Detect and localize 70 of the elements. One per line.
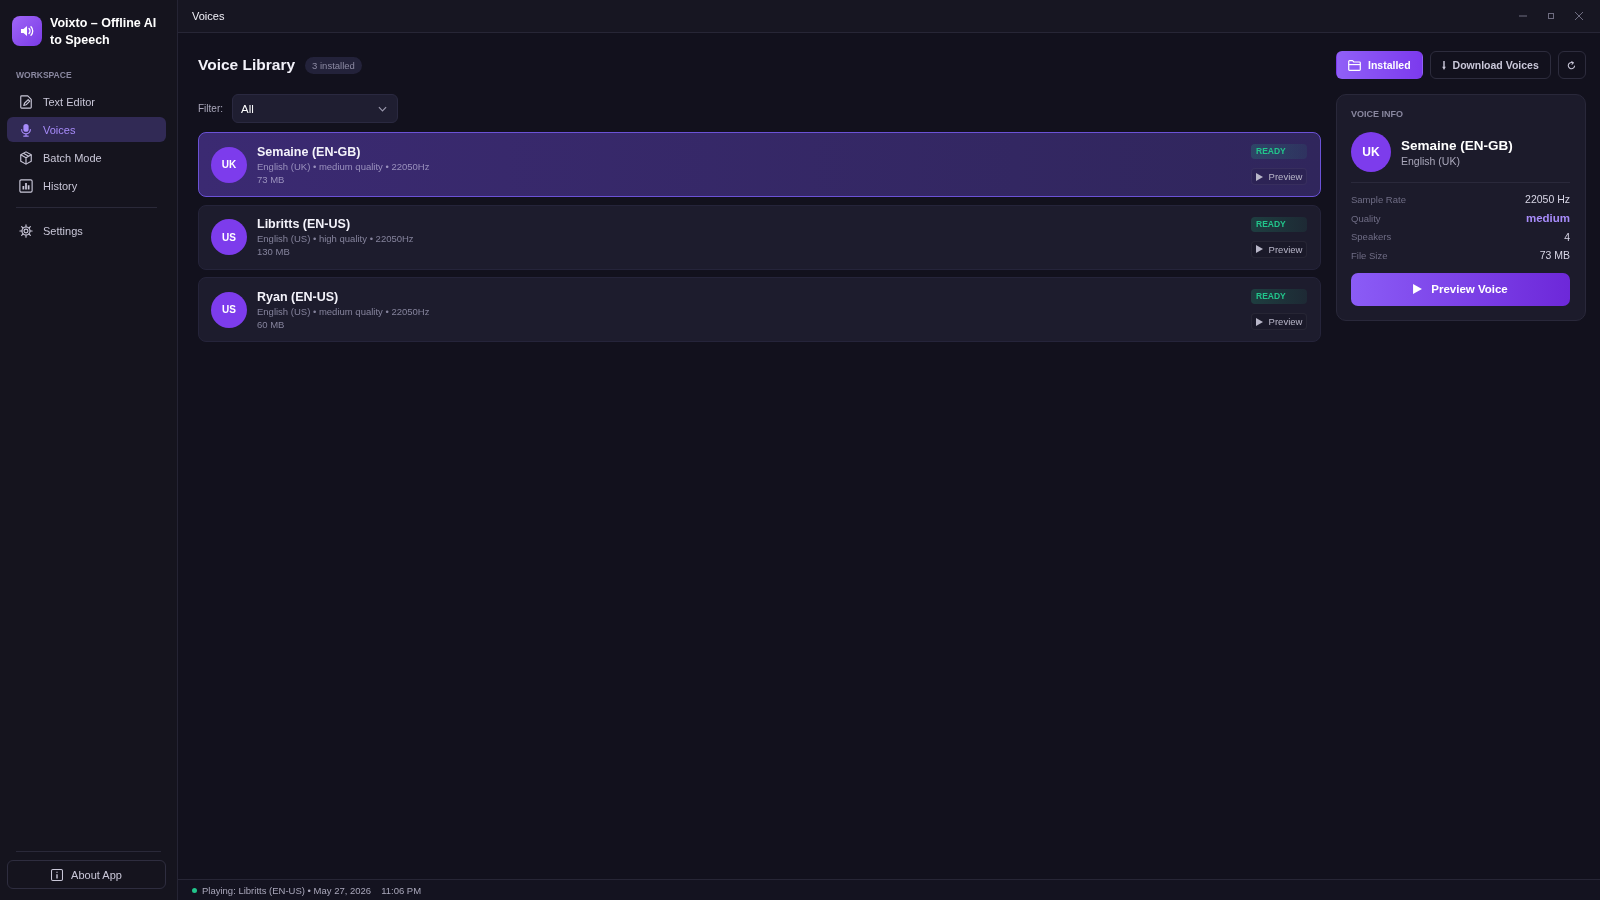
initials-avatar: US [211,219,247,255]
maximize-icon[interactable] [1546,11,1556,21]
about-button[interactable]: About App [7,860,166,889]
voice-language: English (UK) [1401,154,1460,167]
voice-details: English (UK) • medium quality • 22050Hz [257,159,430,173]
voice-size: 130 MB [257,245,290,258]
refresh-button[interactable] [1557,51,1586,79]
voice-row[interactable]: US Libritts (EN-US) English (US) • high quality • 22050Hz 130 MB READY Preview [198,204,1321,270]
voice-row[interactable]: UK Semaine (EN-GB) English (UK) • medium quality • 22050Hz 73 MB READY Preview [198,132,1321,197]
voice-name: Semaine (EN-GB) [1401,137,1513,153]
filter-label: Filter: [198,103,223,114]
folder-icon [1348,59,1361,71]
settings-icon [19,223,33,238]
preview-button[interactable]: Preview [1251,168,1307,185]
field-label: Speakers [1351,231,1392,243]
nav-item[interactable]: Batch Mode [7,145,166,170]
section-label: WORKSPACE [15,70,72,81]
tab[interactable]: Download Voices [1429,51,1551,79]
field-value: 73 MB [1539,249,1570,262]
play-icon [1255,172,1263,181]
field-label: Sample Rate [1351,193,1406,205]
nav-item[interactable]: Voices [7,117,166,142]
voice-name: Ryan (EN-US) [257,288,339,305]
nav-item[interactable]: Settings [7,218,166,243]
nav-item[interactable]: Text Editor [7,89,166,114]
filter-dropdown[interactable]: All [232,94,398,123]
voice-details: English (US) • high quality • 22050Hz [257,232,414,245]
close-icon[interactable] [1574,11,1584,21]
page-heading: Voice Library [198,56,296,74]
count-badge: 3 installed [305,56,362,74]
play-icon [1255,245,1263,253]
play-icon [1255,317,1263,326]
status-time: 11:06 PM [381,884,422,896]
initials-avatar: UK [1351,132,1391,172]
tab[interactable]: Installed [1336,51,1423,79]
app-title: Voixto – Offline AI to Speech [50,15,158,49]
chevron-down-icon [378,105,387,112]
window-title: Voices [192,10,225,22]
info-icon [51,868,64,881]
voice-name: Libritts (EN-US) [257,216,351,232]
status-badge: READY [1251,216,1307,232]
microphone-icon [19,122,33,137]
status-badge: READY [1251,144,1307,159]
preview-button[interactable]: Preview [1251,240,1307,258]
field-value: 4 [1564,230,1570,243]
voice-name: Semaine (EN-GB) [257,143,361,160]
cube-icon [19,150,33,165]
field-label: Quality [1351,212,1381,224]
nav-item[interactable]: History [7,173,166,198]
document-edit-icon [19,94,33,109]
preview-voice-button[interactable]: Preview Voice [1351,272,1570,306]
download-icon [1441,60,1446,70]
field-value: medium [1525,212,1570,225]
status-badge: READY [1251,289,1307,304]
voice-row[interactable]: US Ryan (EN-US) English (US) • medium quality • 22050Hz 60 MB READY Preview [198,277,1321,342]
status-text: Playing: Libritts (EN-US) • May 27, 2026 [202,884,372,896]
preview-button[interactable]: Preview [1251,313,1307,330]
initials-avatar: UK [211,146,247,183]
field-label: File Size [1351,249,1388,261]
refresh-icon [1567,60,1577,70]
field-value: 22050 Hz [1525,193,1570,206]
play-icon [1413,284,1423,295]
voice-size: 73 MB [257,172,285,186]
app-logo-icon [12,16,42,46]
voice-details: English (US) • medium quality • 22050Hz [257,304,430,318]
status-dot-icon [192,887,197,893]
initials-avatar: US [211,291,247,328]
voice-size: 60 MB [257,317,285,331]
panel-label: VOICE INFO [1351,108,1403,120]
bar-chart-icon [19,178,33,193]
